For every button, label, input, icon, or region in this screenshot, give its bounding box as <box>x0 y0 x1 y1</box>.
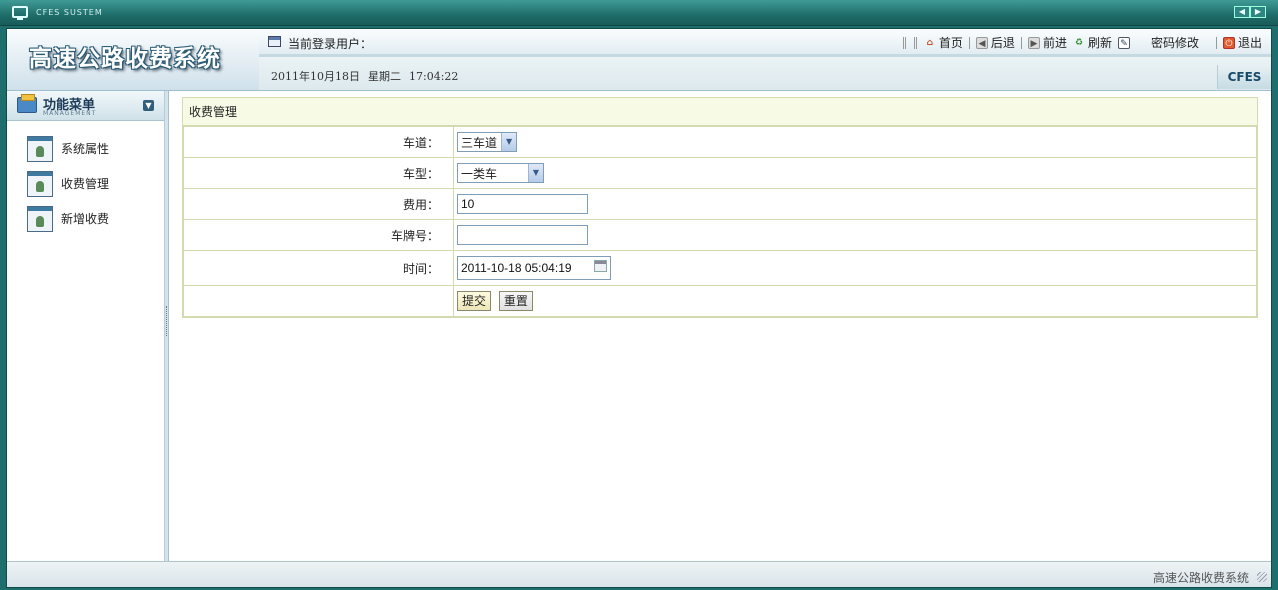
change-password-button[interactable]: ✎ 密码修改 <box>1115 34 1202 51</box>
refresh-icon: ♻ <box>1074 37 1083 48</box>
form-row-actions: 提交 重置 <box>183 285 1257 317</box>
toll-form: 车道： 三车道 ▼ 车型： 一类车 ▼ 费用： 10 车牌号： 时间： 2011… <box>183 126 1257 317</box>
sidebar-splitter[interactable] <box>165 91 169 561</box>
user-bar: 当前登录用户： ⌂ 首页 ◀ 后退 ▶ 前进 ♻ 刷新 ✎ 密码修改 ⏻ 退出 <box>259 29 1271 57</box>
date-text: 2011年10月18日 <box>271 70 360 83</box>
fee-label: 费用： <box>183 188 454 220</box>
window-nav: ◀ ▶ <box>1234 6 1266 18</box>
window-title: CFES SUSTEM <box>36 8 103 17</box>
calendar-icon[interactable] <box>594 260 607 272</box>
datetime: 2011年10月18日 星期二 17:04:22 <box>271 68 466 84</box>
resize-grip-icon[interactable] <box>1257 572 1267 582</box>
reset-button[interactable]: 重置 <box>498 291 533 311</box>
edit-icon: ✎ <box>1117 36 1130 49</box>
lane-selected-value: 三车道 <box>461 135 498 150</box>
home-label: 首页 <box>938 36 963 50</box>
user-card-icon <box>27 135 53 162</box>
main-frame: 高速公路收费系统 当前登录用户： ⌂ 首页 ◀ 后退 ▶ 前进 ♻ 刷新 ✎ 密… <box>6 28 1272 588</box>
submit-button[interactable]: 提交 <box>457 291 492 311</box>
toolbar: ⌂ 首页 ◀ 后退 ▶ 前进 ♻ 刷新 ✎ 密码修改 ⏻ 退出 <box>902 34 1265 51</box>
monitor-icon <box>12 6 28 20</box>
back-arrow-icon: ◀ <box>975 36 988 49</box>
form-row-fee: 费用： <box>183 188 1257 220</box>
user-card-icon <box>27 205 53 232</box>
lane-label: 车道： <box>183 126 454 158</box>
sidebar-item-toll-management[interactable]: 收费管理 <box>7 166 164 201</box>
home-button[interactable]: ⌂ 首页 <box>921 34 966 51</box>
window-icon <box>268 36 281 47</box>
time-cell <box>453 250 1257 286</box>
user-card-icon <box>27 170 53 197</box>
scroll-right-icon[interactable]: ▶ <box>1250 6 1266 18</box>
toolbar-divider <box>1215 36 1217 49</box>
menu-subtitle: MANAGEMENT <box>43 110 97 117</box>
forward-label: 前进 <box>1042 36 1067 50</box>
status-text: 高速公路收费系统 <box>1152 571 1249 585</box>
forward-button[interactable]: ▶ 前进 <box>1025 34 1070 51</box>
time-input[interactable] <box>457 256 611 280</box>
fee-input[interactable] <box>457 194 588 214</box>
back-button[interactable]: ◀ 后退 <box>973 34 1018 51</box>
menu-header: 功能菜单 MANAGEMENT ▼ <box>7 91 164 121</box>
lane-cell: 三车道 ▼ <box>453 126 1257 158</box>
logo-area: 高速公路收费系统 <box>7 29 259 91</box>
time-field <box>457 256 611 280</box>
lane-select[interactable]: 三车道 ▼ <box>457 132 518 152</box>
collapse-icon[interactable]: ▼ <box>143 100 154 111</box>
status-bar: 高速公路收费系统 <box>7 561 1271 587</box>
window-titlebar: CFES SUSTEM ◀ ▶ <box>0 0 1278 26</box>
plate-input[interactable] <box>457 225 588 245</box>
scroll-left-icon[interactable]: ◀ <box>1234 6 1250 18</box>
forward-arrow-icon: ▶ <box>1027 36 1040 49</box>
logout-icon: ⏻ <box>1222 36 1235 49</box>
menu-folder-icon <box>17 94 37 113</box>
sidebar-item-label: 系统属性 <box>61 142 110 156</box>
form-row-plate: 车牌号： <box>183 219 1257 251</box>
logout-button[interactable]: ⏻ 退出 <box>1220 34 1265 51</box>
change-password-label: 密码修改 <box>1150 36 1199 50</box>
toll-management-panel: 收费管理 车道： 三车道 ▼ 车型： 一类车 ▼ 费用： 10 车牌号： 时间：… <box>182 97 1258 318</box>
refresh-button[interactable]: ♻ 刷新 <box>1070 34 1115 51</box>
vehicle-type-select[interactable]: 一类车 ▼ <box>457 163 544 183</box>
sidebar-item-label: 新增收费 <box>61 212 110 226</box>
panel-title: 收费管理 <box>183 98 1257 126</box>
form-row-vehicle-type: 车型： 一类车 ▼ <box>183 157 1257 189</box>
logout-label: 退出 <box>1237 36 1262 50</box>
header-divider <box>7 90 1271 91</box>
main-content: 收费管理 车道： 三车道 ▼ 车型： 一类车 ▼ 费用： 10 车牌号： 时间：… <box>182 97 1258 318</box>
actions-spacer <box>183 285 454 317</box>
back-label: 后退 <box>990 36 1015 50</box>
sidebar: 功能菜单 MANAGEMENT ▼ 系统属性 收费管理 新增收费 <box>7 91 165 561</box>
plate-label: 车牌号： <box>183 219 454 251</box>
header: 高速公路收费系统 当前登录用户： ⌂ 首页 ◀ 后退 ▶ 前进 ♻ 刷新 ✎ 密… <box>7 29 1271 91</box>
plate-cell <box>453 219 1257 251</box>
menu-list: 系统属性 收费管理 新增收费 <box>7 121 164 236</box>
brand-badge: CFES <box>1217 65 1271 89</box>
refresh-label: 刷新 <box>1087 36 1112 50</box>
toolbar-divider <box>968 36 970 49</box>
sidebar-item-add-toll[interactable]: 新增收费 <box>7 201 164 236</box>
chevron-down-icon[interactable]: ▼ <box>501 133 517 151</box>
current-user-label: 当前登录用户： <box>288 37 373 51</box>
vehicle-type-label: 车型： <box>183 157 454 189</box>
vehicle-type-cell: 一类车 ▼ <box>453 157 1257 189</box>
sidebar-item-system-properties[interactable]: 系统属性 <box>7 131 164 166</box>
home-icon: ⌂ <box>926 37 934 48</box>
time-label: 时间： <box>183 250 454 286</box>
toolbar-grip <box>902 36 917 49</box>
vehicle-type-selected-value: 一类车 <box>461 166 498 181</box>
app-title: 高速公路收费系统 <box>29 45 221 72</box>
weekday-text: 星期二 <box>368 70 401 83</box>
splitter-grip[interactable] <box>166 306 168 336</box>
form-row-lane: 车道： 三车道 ▼ <box>183 126 1257 158</box>
actions-cell: 提交 重置 <box>453 285 1257 317</box>
fee-cell <box>453 188 1257 220</box>
time-text: 17:04:22 <box>409 70 459 83</box>
chevron-down-icon[interactable]: ▼ <box>528 164 543 182</box>
sidebar-item-label: 收费管理 <box>61 177 110 191</box>
form-row-time: 时间： <box>183 250 1257 286</box>
toolbar-divider <box>1020 36 1022 49</box>
